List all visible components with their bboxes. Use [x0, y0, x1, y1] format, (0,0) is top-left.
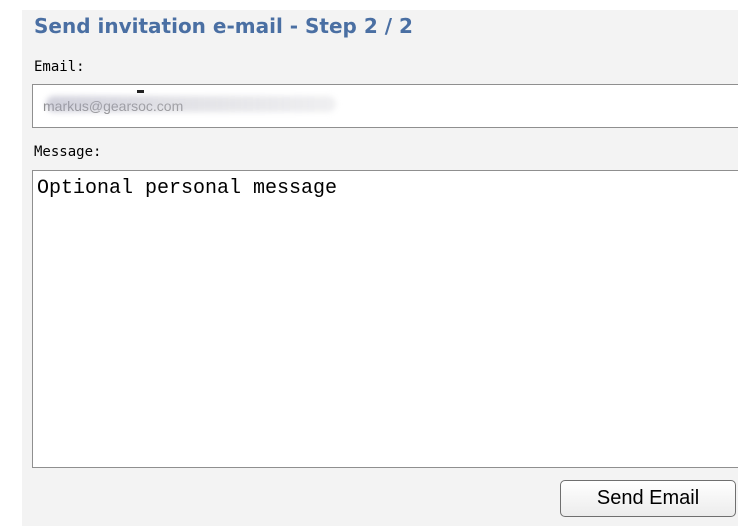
message-textarea[interactable] [32, 170, 738, 468]
form-title: Send invitation e-mail - Step 2 / 2 [34, 14, 413, 38]
send-email-button[interactable]: Send Email [560, 480, 736, 517]
email-label: Email: [34, 59, 85, 75]
invitation-form-panel: Send invitation e-mail - Step 2 / 2 Emai… [22, 10, 738, 526]
email-field[interactable] [32, 84, 738, 128]
message-label: Message: [34, 144, 102, 160]
